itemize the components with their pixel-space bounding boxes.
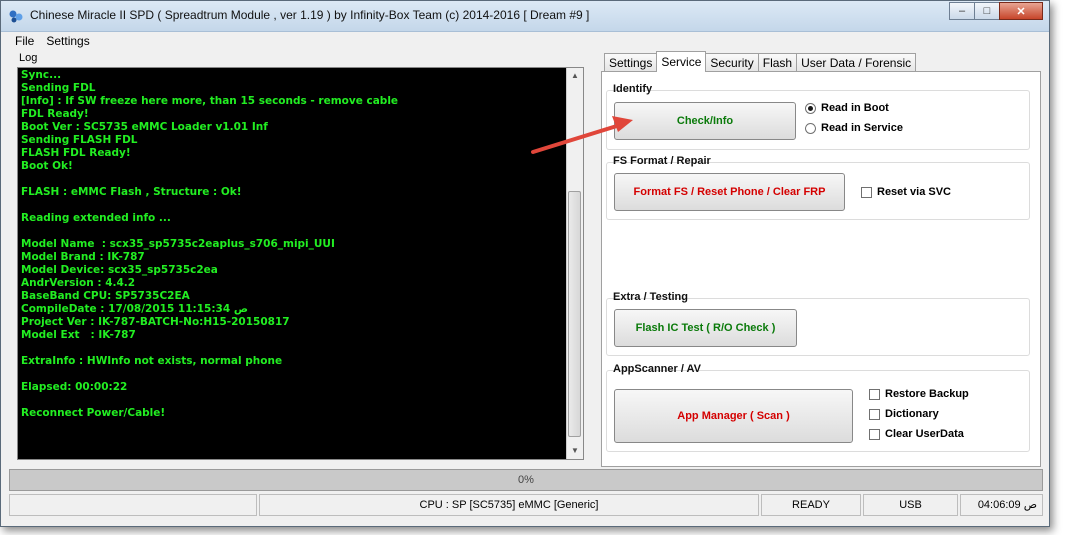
status-state: READY (761, 494, 861, 516)
checkbox-restore-backup[interactable]: Restore Backup (869, 388, 969, 400)
appscanner-group-label: AppScanner / AV (613, 363, 702, 375)
log-text: Sync... Sending FDL [Info] : If SW freez… (21, 69, 399, 419)
log-panel[interactable]: Sync... Sending FDL [Info] : If SW freez… (17, 67, 584, 460)
status-cell-empty (9, 494, 257, 516)
extra-testing-group-label: Extra / Testing (613, 291, 688, 303)
checkbox-dictionary[interactable]: Dictionary (869, 408, 939, 420)
app-window: Chinese Miracle II SPD ( Spreadtrum Modu… (0, 0, 1050, 527)
checkbox-reset-via-svc[interactable]: Reset via SVC (861, 186, 951, 198)
tab-user-data-forensic[interactable]: User Data / Forensic (796, 53, 917, 72)
tab-security[interactable]: Security (705, 53, 759, 72)
checkbox-icon (861, 186, 872, 198)
menu-file[interactable]: File (15, 32, 34, 50)
radio-read-in-boot-label: Read in Boot (821, 102, 889, 114)
progress-bar: 0% (9, 469, 1043, 491)
checkbox-restore-backup-label: Restore Backup (885, 388, 969, 400)
scroll-down-arrow-icon[interactable]: ▼ (567, 443, 583, 459)
minimize-button[interactable]: ‒ (949, 2, 975, 20)
log-label: Log (19, 52, 38, 64)
tab-service[interactable]: Service (656, 51, 707, 72)
checkbox-clear-userdata[interactable]: Clear UserData (869, 428, 964, 440)
app-logo-icon (9, 10, 23, 23)
radio-read-in-service[interactable]: Read in Service (805, 122, 903, 134)
progress-text: 0% (518, 474, 534, 486)
scroll-thumb[interactable] (568, 191, 581, 437)
tab-flash[interactable]: Flash (757, 53, 798, 72)
status-time: 04:06:09 ص (960, 494, 1043, 516)
title-bar[interactable]: Chinese Miracle II SPD ( Spreadtrum Modu… (1, 1, 1049, 32)
window-controls: ‒ □ ✕ (949, 2, 1043, 20)
checkbox-icon (869, 408, 880, 420)
radio-unselected-icon (805, 122, 816, 134)
checkbox-reset-via-svc-label: Reset via SVC (877, 186, 951, 198)
identify-group-label: Identify (613, 83, 653, 95)
tab-settings[interactable]: Settings (604, 53, 658, 72)
close-button[interactable]: ✕ (999, 2, 1043, 20)
status-bar: CPU : SP [SC5735] eMMC [Generic] READY U… (9, 494, 1043, 516)
radio-read-in-boot[interactable]: Read in Boot (805, 102, 889, 114)
checkbox-clear-userdata-label: Clear UserData (885, 428, 964, 440)
checkbox-icon (869, 388, 880, 400)
menu-settings[interactable]: Settings (46, 32, 89, 50)
flash-ic-test-button[interactable]: Flash IC Test ( R/O Check ) (614, 309, 797, 347)
check-info-button[interactable]: Check/Info (614, 102, 796, 140)
radio-selected-icon (805, 102, 816, 114)
scroll-up-arrow-icon[interactable]: ▲ (567, 68, 583, 84)
maximize-button[interactable]: □ (974, 2, 1000, 20)
fs-format-group-label: FS Format / Repair (613, 155, 711, 167)
app-manager-scan-button[interactable]: App Manager ( Scan ) (614, 389, 853, 443)
window-title: Chinese Miracle II SPD ( Spreadtrum Modu… (30, 8, 590, 22)
service-tab-panel: Identify Check/Info Read in Boot Read in… (601, 71, 1041, 467)
radio-read-in-service-label: Read in Service (821, 122, 903, 134)
menu-bar: File Settings (9, 32, 1041, 50)
checkbox-icon (869, 428, 880, 440)
status-cpu: CPU : SP [SC5735] eMMC [Generic] (259, 494, 759, 516)
status-connection: USB (863, 494, 958, 516)
format-fs-button[interactable]: Format FS / Reset Phone / Clear FRP (614, 173, 845, 211)
tab-strip: Settings Service Security Flash User Dat… (604, 51, 917, 72)
checkbox-dictionary-label: Dictionary (885, 408, 939, 420)
log-scrollbar[interactable]: ▲ ▼ (566, 68, 583, 459)
